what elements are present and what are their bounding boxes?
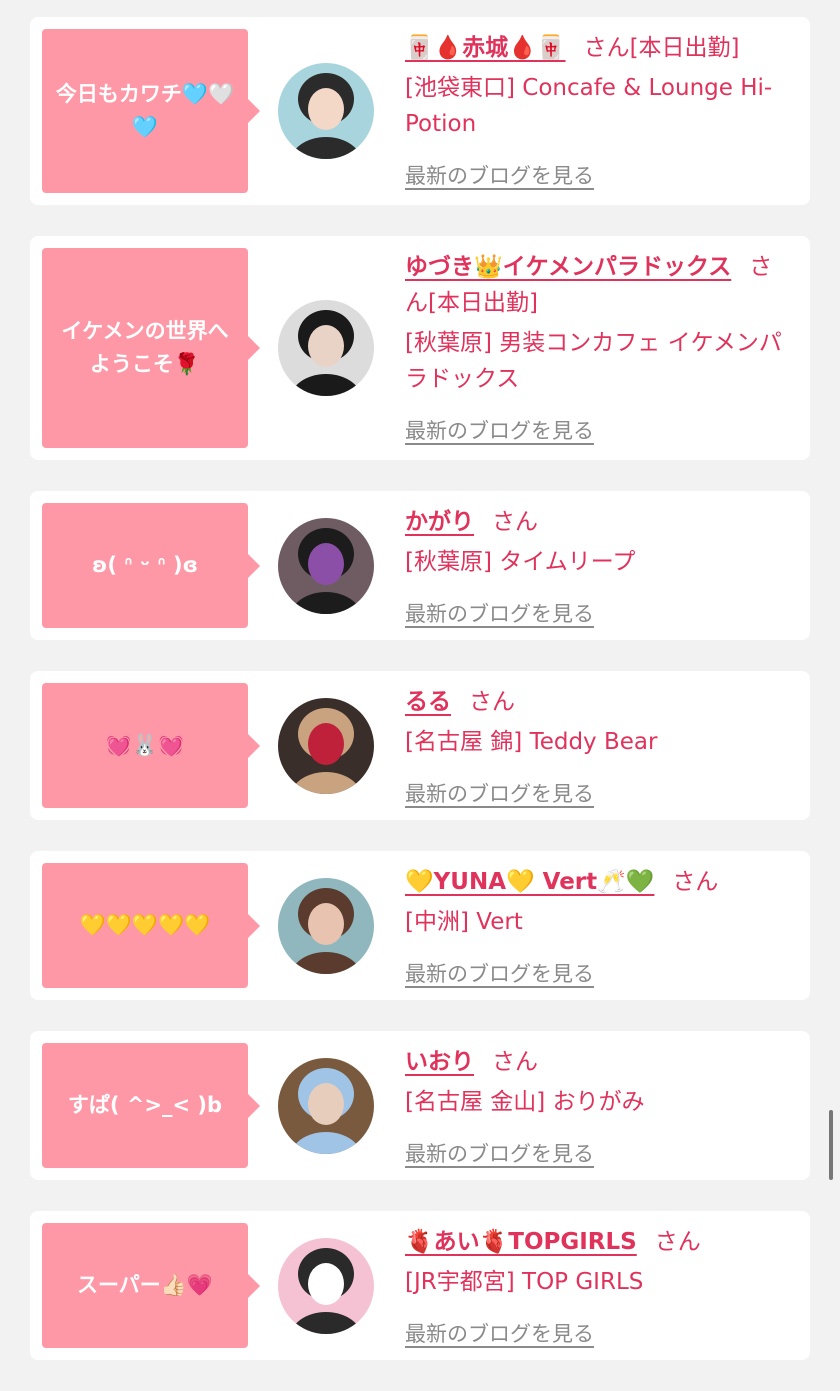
avatar[interactable] bbox=[278, 697, 374, 794]
cast-info: いおり さん [名古屋 金山] おりがみ 最新のブログを見る bbox=[405, 1031, 810, 1186]
cast-name-link[interactable]: いおり bbox=[405, 1049, 474, 1075]
name-line: 💛YUNA💛 Vert🥂💚 さん bbox=[405, 864, 790, 900]
honorific: さん[本日出勤] bbox=[583, 35, 740, 61]
latest-blog-link[interactable]: 最新のブログを見る bbox=[405, 776, 594, 812]
shop-name: [中洲] Vert bbox=[405, 909, 523, 935]
message-bubble: スーパー👍🏻💗 bbox=[42, 1223, 260, 1348]
shop-name: [秋葉原] タイムリープ bbox=[405, 549, 636, 575]
avatar-photo bbox=[278, 300, 374, 396]
name-line: 🫀あい🫀TOPGIRLS さん bbox=[405, 1224, 790, 1260]
cast-name-link[interactable]: 🀄🩸赤城🩸🀄 bbox=[405, 35, 566, 61]
cast-name-link[interactable]: 💛YUNA💛 Vert🥂💚 bbox=[405, 869, 654, 895]
shop-name: [JR宇都宮] TOP GIRLS bbox=[405, 1269, 644, 1295]
avatar-photo bbox=[278, 697, 374, 794]
cast-info: るる さん [名古屋 錦] Teddy Bear 最新のブログを見る bbox=[405, 671, 810, 826]
message-bubble: イケメンの世界へ ようこそ🌹 bbox=[42, 248, 260, 448]
honorific: さん bbox=[672, 869, 719, 895]
name-line: るる さん bbox=[405, 684, 790, 720]
message-bubble: 今日もカワチ🩵🤍🩵 bbox=[42, 29, 260, 193]
honorific: さん bbox=[492, 509, 538, 535]
avatar[interactable] bbox=[278, 517, 374, 614]
cast-card: ʚ( ᐢ ᵕ ᐢ )ɞ かがり さん [秋葉原] タイムリープ 最新のブログを見る bbox=[30, 491, 810, 640]
cast-name-link[interactable]: かがり bbox=[405, 509, 474, 535]
avatar-photo bbox=[278, 877, 374, 974]
avatar[interactable] bbox=[278, 877, 374, 974]
name-line: ゆづき👑イケメンパラドックス さん[本日出勤] bbox=[405, 249, 790, 321]
latest-blog-link[interactable]: 最新のブログを見る bbox=[405, 596, 594, 632]
cast-name-link[interactable]: 🫀あい🫀TOPGIRLS bbox=[405, 1229, 637, 1255]
cast-feed: 今日もカワチ🩵🤍🩵 🀄🩸赤城🩸🀄 さん[本日出勤] [池袋東口] Concafe … bbox=[30, 17, 810, 1391]
name-line: かがり さん bbox=[405, 504, 790, 540]
cast-info: 💛YUNA💛 Vert🥂💚 さん [中洲] Vert 最新のブログを見る bbox=[405, 851, 810, 1006]
latest-blog-link[interactable]: 最新のブログを見る bbox=[405, 413, 594, 449]
latest-blog-link[interactable]: 最新のブログを見る bbox=[405, 1316, 594, 1352]
cast-info: かがり さん [秋葉原] タイムリープ 最新のブログを見る bbox=[405, 491, 810, 646]
shop-name: [池袋東口] Concafe & Lounge Hi-Potion bbox=[405, 75, 773, 137]
avatar[interactable] bbox=[278, 300, 374, 396]
avatar-face bbox=[308, 325, 344, 367]
honorific: さん bbox=[492, 1049, 538, 1075]
avatar-face bbox=[308, 88, 344, 130]
latest-blog-link[interactable]: 最新のブログを見る bbox=[405, 1136, 594, 1172]
latest-blog-link[interactable]: 最新のブログを見る bbox=[405, 956, 594, 992]
scrollbar[interactable] bbox=[829, 1110, 833, 1180]
name-line: いおり さん bbox=[405, 1044, 790, 1080]
cast-name-link[interactable]: ゆづき👑イケメンパラドックス bbox=[405, 254, 731, 280]
cast-card: 💛💛💛💛💛 💛YUNA💛 Vert🥂💚 さん [中洲] Vert 最新のブログを見… bbox=[30, 851, 810, 1000]
shop-name: [秋葉原] 男装コンカフェ イケメンパラドックス bbox=[405, 330, 782, 392]
latest-blog-link[interactable]: 最新のブログを見る bbox=[405, 158, 594, 194]
name-line: 🀄🩸赤城🩸🀄 さん[本日出勤] bbox=[405, 30, 790, 66]
avatar-photo bbox=[278, 517, 374, 614]
avatar-face bbox=[308, 1262, 344, 1305]
avatar-face bbox=[308, 542, 344, 585]
cast-card: すぱ( ^>_< )b いおり さん [名古屋 金山] おりがみ 最新のブログを見… bbox=[30, 1031, 810, 1180]
cast-name-link[interactable]: るる bbox=[405, 689, 451, 715]
cast-card: 今日もカワチ🩵🤍🩵 🀄🩸赤城🩸🀄 さん[本日出勤] [池袋東口] Concafe … bbox=[30, 17, 810, 205]
cast-card: イケメンの世界へ ようこそ🌹 ゆづき👑イケメンパラドックス さん[本日出勤] [秋… bbox=[30, 236, 810, 460]
message-bubble: ʚ( ᐢ ᵕ ᐢ )ɞ bbox=[42, 503, 260, 628]
avatar[interactable] bbox=[278, 1237, 374, 1334]
avatar-photo bbox=[278, 1237, 374, 1334]
honorific: さん bbox=[469, 689, 515, 715]
message-bubble: すぱ( ^>_< )b bbox=[42, 1043, 260, 1168]
honorific: さん bbox=[654, 1229, 701, 1255]
cast-info: 🀄🩸赤城🩸🀄 さん[本日出勤] [池袋東口] Concafe & Lounge H… bbox=[405, 17, 810, 208]
avatar-face bbox=[308, 902, 344, 945]
shop-name: [名古屋 錦] Teddy Bear bbox=[405, 729, 658, 755]
message-bubble: 💛💛💛💛💛 bbox=[42, 863, 260, 988]
cast-card: 💓🐰💓 るる さん [名古屋 錦] Teddy Bear 最新のブログを見る bbox=[30, 671, 810, 820]
avatar-face bbox=[308, 1082, 344, 1125]
avatar[interactable] bbox=[278, 63, 374, 159]
avatar-photo bbox=[278, 1057, 374, 1154]
avatar-photo bbox=[278, 63, 374, 159]
avatar[interactable] bbox=[278, 1057, 374, 1154]
shop-name: [名古屋 金山] おりがみ bbox=[405, 1089, 645, 1115]
avatar-face bbox=[308, 722, 344, 765]
cast-info: 🫀あい🫀TOPGIRLS さん [JR宇都宮] TOP GIRLS 最新のブログを… bbox=[405, 1211, 810, 1366]
cast-info: ゆづき👑イケメンパラドックス さん[本日出勤] [秋葉原] 男装コンカフェ イケメ… bbox=[405, 236, 810, 463]
message-bubble: 💓🐰💓 bbox=[42, 683, 260, 808]
cast-card: スーパー👍🏻💗 🫀あい🫀TOPGIRLS さん [JR宇都宮] TOP GIRLS… bbox=[30, 1211, 810, 1360]
